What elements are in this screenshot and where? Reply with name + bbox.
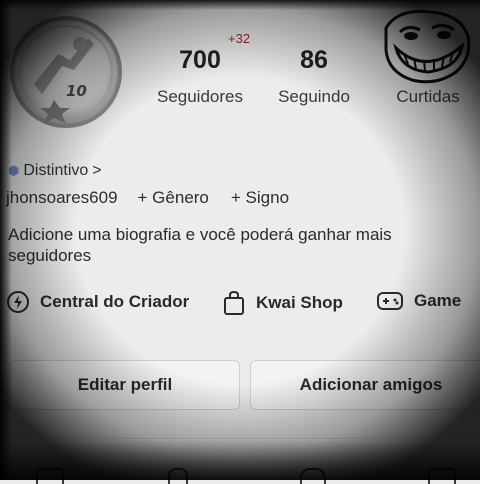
likes-label: Curtidas [396, 87, 460, 106]
add-friends-button[interactable]: Adicionar amigos [250, 360, 480, 410]
stat-following[interactable]: 86 Seguindo [266, 46, 362, 107]
game-button[interactable]: Game [376, 290, 461, 312]
medal-number: 10 [66, 82, 87, 100]
following-label: Seguindo [278, 87, 350, 106]
badge-label: Distintivo [23, 162, 89, 179]
stat-followers[interactable]: 700 Seguidores [150, 46, 250, 107]
followers-delta-badge: +32 [228, 31, 251, 46]
dark-edge-top [0, 0, 480, 10]
dark-edge-left [0, 0, 12, 480]
medal-icon: 10 [10, 16, 122, 128]
dark-edge-bottom [0, 440, 480, 480]
badge-link[interactable]: ⬢ Distintivo > [8, 162, 102, 180]
kwai-shop-label: Kwai Shop [256, 293, 343, 312]
bio-prompt[interactable]: Adicione uma biografia e você poderá gan… [8, 224, 468, 266]
followers-count: 700 [179, 46, 221, 74]
kwai-shop-button[interactable]: Kwai Shop [222, 290, 343, 316]
profile-medal-avatar[interactable]: 10 [8, 14, 124, 134]
chevron-right-icon: > [92, 162, 102, 179]
followers-label: Seguidores [156, 87, 243, 106]
following-count: 86 [300, 46, 328, 74]
section-divider [0, 438, 480, 439]
trollface-sticker [378, 6, 472, 86]
add-sign-button[interactable]: + Signo [231, 188, 289, 208]
shopping-bag-icon [224, 290, 244, 315]
profile-info-row: jhonsoares609 + Gênero + Signo [6, 188, 289, 208]
creator-center-button[interactable]: Central do Criador [6, 290, 189, 314]
edit-profile-button[interactable]: Editar perfil [10, 360, 240, 410]
add-gender-button[interactable]: + Gênero [138, 188, 209, 208]
game-label: Game [414, 291, 462, 310]
creator-center-label: Central do Criador [40, 292, 190, 311]
username: jhonsoares609 [6, 188, 118, 207]
gamepad-icon [377, 292, 403, 310]
trollface-icon [384, 9, 471, 84]
